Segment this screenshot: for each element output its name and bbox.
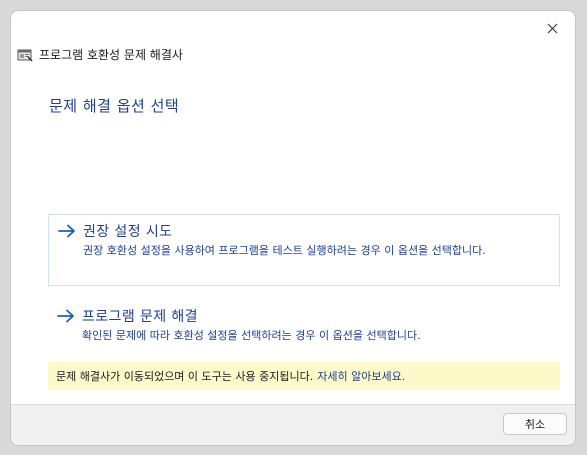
compatibility-troubleshooter-icon [17,47,33,63]
option-troubleshoot-program[interactable]: 프로그램 문제 해결 확인된 문제에 따라 호환성 설정을 선택하려는 경우 이… [48,300,560,352]
deprecation-notice: 문제 해결사가 이동되었으며 이 도구는 사용 중지됩니다. 자세히 알아보세요… [48,362,560,390]
learn-more-link[interactable]: 자세히 알아보세요. [317,368,405,384]
option-description: 권장 호환성 설정을 사용하여 프로그램을 테스트 실행하려는 경우 이 옵션을… [83,244,486,257]
close-icon [547,23,557,33]
window-title: 프로그램 호환성 문제 해결사 [39,48,183,62]
dialog-footer: 취소 [11,404,575,445]
notice-text: 문제 해결사가 이동되었으며 이 도구는 사용 중지됩니다. [56,370,314,383]
close-button[interactable] [537,15,567,41]
option-title: 권장 설정 시도 [83,224,173,240]
option-description: 확인된 문제에 따라 호환성 설정을 선택하려는 경우 이 옵션을 선택합니다. [82,329,421,342]
page-heading: 문제 해결 옵션 선택 [49,97,180,115]
arrow-right-icon [56,308,76,324]
cancel-button[interactable]: 취소 [503,413,567,435]
option-title: 프로그램 문제 해결 [82,309,198,325]
arrow-right-icon [57,223,77,239]
option-try-recommended-settings[interactable]: 권장 설정 시도 권장 호환성 설정을 사용하여 프로그램을 테스트 실행하려는… [48,214,560,286]
title-bar: 프로그램 호환성 문제 해결사 [17,47,183,63]
troubleshooter-window: 프로그램 호환성 문제 해결사 문제 해결 옵션 선택 권장 설정 시도 권장 … [10,10,576,446]
